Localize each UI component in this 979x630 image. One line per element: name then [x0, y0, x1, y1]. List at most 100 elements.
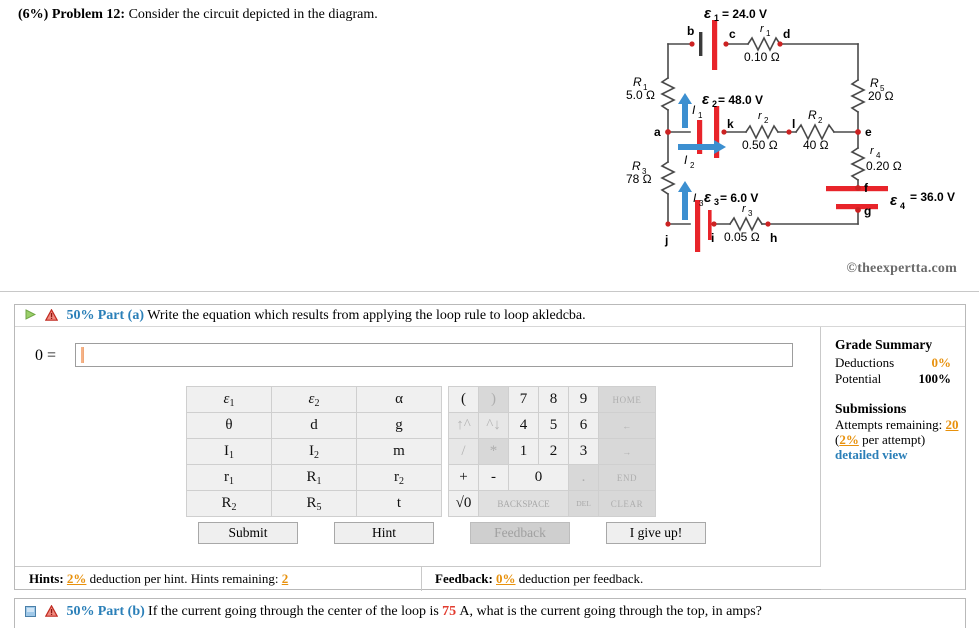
grade-summary-panel: Grade Summary Deductions 0% Potential 10…: [821, 327, 965, 590]
label-r1-sub: 1: [766, 29, 771, 38]
hints-text: deduction per hint. Hints remaining:: [89, 571, 279, 586]
keypad-row: θdg: [186, 412, 442, 439]
hints-info: Hints: 2% deduction per hint. Hints rema…: [29, 571, 288, 587]
node-a: a: [654, 125, 661, 139]
keypad-key-t[interactable]: t: [356, 490, 442, 517]
keypad-key--0[interactable]: √0: [448, 490, 479, 517]
label-R3-value: 78 Ω: [626, 172, 652, 186]
keypad-key-5[interactable]: 5: [538, 412, 569, 439]
keypad-key-r2[interactable]: r2: [356, 464, 442, 491]
problem-weight: (6%): [18, 7, 49, 22]
part-b-prompt-2: A, what is the current going through the…: [459, 604, 762, 619]
part-b-title-bar: 50% Part (b) If the current going throug…: [15, 599, 965, 621]
keypad-row: R2 R5 t: [186, 490, 442, 517]
label-eps2: ε: [702, 91, 710, 108]
label-r1: r: [760, 23, 765, 35]
keypad-key--: →: [598, 438, 656, 465]
keypad-key--[interactable]: (: [448, 386, 479, 413]
detailed-view-link[interactable]: detailed view: [835, 447, 908, 462]
part-a-percent: 50%: [66, 308, 95, 323]
hints-label: Hints:: [29, 571, 64, 586]
keypad-key--: ↑^: [448, 412, 479, 439]
keypad-key-2[interactable]: 2: [538, 438, 569, 465]
hints-feedback-bar: Hints: 2% deduction per hint. Hints rema…: [15, 566, 821, 591]
label-r1-value: 0.10 Ω: [744, 50, 780, 64]
keypad-key-0[interactable]: 0: [508, 464, 569, 491]
keypad-key-α[interactable]: α: [356, 386, 442, 413]
label-R2-value: 40 Ω: [803, 138, 829, 152]
feedback-button: Feedback: [470, 522, 570, 544]
keypad-key-3[interactable]: 3: [568, 438, 599, 465]
keypad-key--[interactable]: +: [448, 464, 479, 491]
submissions-title: Submissions: [835, 401, 907, 416]
part-a-prompt: Write the equation which results from ap…: [147, 308, 586, 323]
keypad-key-ε2[interactable]: ε2: [271, 386, 357, 413]
keypad-symbols-body: ε1 ε2 α θ d g I1 I2 m r1 R1 r2 R2 R5 t: [186, 386, 442, 517]
keypad-key-I2[interactable]: I2: [271, 438, 357, 465]
node-h: h: [770, 231, 777, 245]
keypad-key-7[interactable]: 7: [508, 386, 539, 413]
keypad-key--[interactable]: -: [478, 464, 509, 491]
label-R2-sub: 2: [818, 116, 823, 125]
keypad-key-6[interactable]: 6: [568, 412, 599, 439]
hint-button[interactable]: Hint: [334, 522, 434, 544]
keypad-key-backspace: BACKSPACE: [478, 490, 569, 517]
keypad-key-d[interactable]: d: [271, 412, 357, 439]
label-eps4: ε: [890, 192, 898, 209]
per-attempt-percent: 2%: [839, 432, 859, 447]
feedback-info: Feedback: 0% deduction per feedback.: [435, 571, 643, 587]
keypad-key-4[interactable]: 4: [508, 412, 539, 439]
keypad-key--: .: [568, 464, 599, 491]
label-r3-value: 0.05 Ω: [724, 230, 760, 244]
label-R1-value: 5.0 Ω: [626, 88, 655, 102]
deductions-label: Deductions: [835, 355, 895, 370]
feedback-text: deduction per feedback.: [518, 571, 644, 586]
expand-play-icon[interactable]: [25, 308, 37, 324]
node-b: b: [687, 24, 694, 38]
keypad-row: + -0. END: [448, 464, 656, 491]
part-a-title-bar: 50% Part (a) Write the equation which re…: [15, 305, 965, 327]
keypad-key--: /: [448, 438, 479, 465]
keypad-key-R2[interactable]: R2: [186, 490, 272, 517]
keypad-key-θ[interactable]: θ: [186, 412, 272, 439]
label-I1: I: [692, 103, 696, 117]
battery-eps1-symbol: [699, 20, 718, 70]
label-eps4-sub: 4: [900, 201, 905, 211]
label-eps2-sub: 2: [712, 99, 717, 109]
part-a-name: Part (a): [97, 308, 145, 323]
keypad-key-9[interactable]: 9: [568, 386, 599, 413]
keypad-key-ε1[interactable]: ε1: [186, 386, 272, 413]
node-i: i: [711, 231, 714, 245]
label-eps1-value: = 24.0 V: [722, 7, 767, 21]
equation-row: 0 =: [35, 343, 805, 369]
copyright-credit: ©theexpertta.com: [846, 261, 957, 276]
node-g: g: [864, 204, 871, 218]
keypad-key-8[interactable]: 8: [538, 386, 569, 413]
part-b-value: 75: [442, 604, 457, 619]
per-attempt-line: (2% per attempt): [835, 432, 965, 447]
label-R2: R: [808, 108, 817, 122]
label-r4-value: 0.20 Ω: [866, 159, 902, 173]
keypad-key-1[interactable]: 1: [508, 438, 539, 465]
keypad-key-r1[interactable]: r1: [186, 464, 272, 491]
give-up-button[interactable]: I give up!: [606, 522, 706, 544]
attempts-label: Attempts remaining:: [835, 417, 943, 432]
keypad-key-R5[interactable]: R5: [271, 490, 357, 517]
warning-icon-b: [45, 604, 59, 621]
keypad-key-R1[interactable]: R1: [271, 464, 357, 491]
keypad-key-m[interactable]: m: [356, 438, 442, 465]
equation-label: 0 =: [35, 347, 57, 364]
keypad-key-g[interactable]: g: [356, 412, 442, 439]
label-r2: r: [758, 110, 763, 122]
collapsed-square-icon[interactable]: [25, 605, 36, 621]
node-l: l: [792, 117, 795, 131]
keypad-key-I1[interactable]: I1: [186, 438, 272, 465]
keypad-row: / * 1 2 3 →: [448, 438, 656, 465]
label-I1-sub: 1: [698, 111, 703, 120]
submit-button[interactable]: Submit: [198, 522, 298, 544]
label-I2-sub: 2: [690, 161, 695, 170]
node-j: j: [664, 233, 668, 247]
attempts-value: 20: [945, 417, 959, 432]
answer-input[interactable]: [75, 343, 793, 367]
keypad-numeric: () 7 8 9 HOME ↑^ ^↓ 4 5 6 ← / * 1 2 3 → + -0. END √0 BACKSPAC…: [448, 386, 656, 517]
